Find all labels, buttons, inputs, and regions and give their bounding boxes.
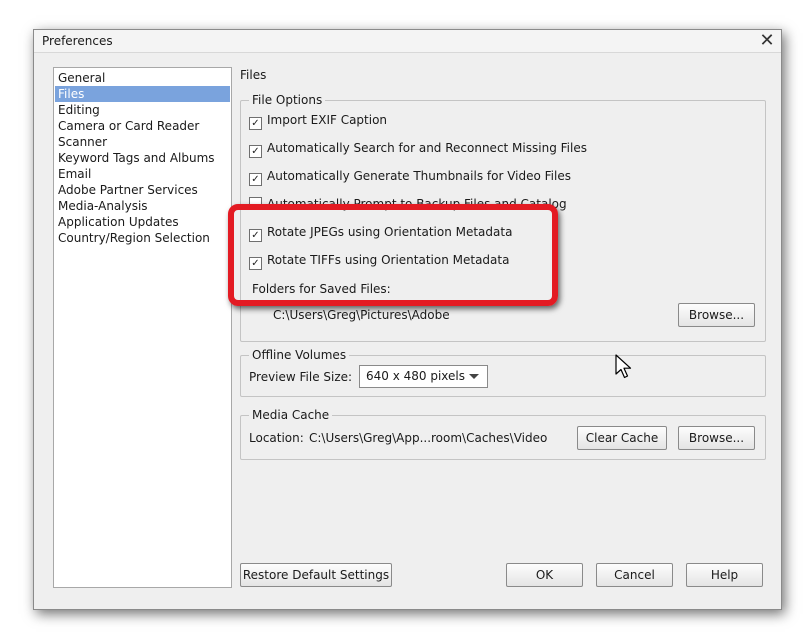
cache-location-label: Location:	[249, 431, 304, 445]
rotate-tiffs-label: Rotate TIFFs using Orientation Metadata	[267, 253, 510, 267]
help-button[interactable]: Help	[686, 563, 763, 587]
sidebar-item-editing[interactable]: Editing	[55, 102, 230, 118]
sidebar-item-country-region[interactable]: Country/Region Selection	[55, 230, 230, 246]
saved-files-legend: Folders for Saved Files:	[252, 282, 391, 296]
sidebar-item-camera-card-reader[interactable]: Camera or Card Reader	[55, 118, 230, 134]
offline-volumes-legend: Offline Volumes	[249, 347, 350, 363]
media-cache-group: Media Cache Location: C:\Users\Greg\App.…	[240, 407, 766, 460]
mouse-pointer-icon	[615, 354, 632, 379]
preview-size-select[interactable]: 640 x 480 pixels	[359, 365, 488, 388]
preview-size-label: Preview File Size:	[249, 370, 353, 384]
sidebar-item-application-updates[interactable]: Application Updates	[55, 214, 230, 230]
rotate-tiffs-checkbox-row[interactable]: ✓ Rotate TIFFs using Orientation Metadata	[249, 253, 510, 270]
import-exif-label: Import EXIF Caption	[267, 113, 388, 127]
sidebar-item-adobe-partner-services[interactable]: Adobe Partner Services	[55, 182, 230, 198]
restore-defaults-button[interactable]: Restore Default Settings	[240, 563, 392, 587]
cache-browse-button[interactable]: Browse...	[678, 426, 755, 450]
sidebar-item-media-analysis[interactable]: Media-Analysis	[55, 198, 230, 214]
checkmark-icon[interactable]: ✓	[249, 117, 262, 130]
generate-thumbnails-checkbox-row[interactable]: ✓ Automatically Generate Thumbnails for V…	[249, 169, 571, 186]
import-exif-checkbox-row[interactable]: ✓ Import EXIF Caption	[249, 113, 388, 130]
prompt-backup-label: Automatically Prompt to Backup Files and…	[267, 197, 567, 211]
saved-files-path: C:\Users\Greg\Pictures\Adobe	[273, 308, 450, 322]
reconnect-missing-label: Automatically Search for and Reconnect M…	[267, 141, 587, 155]
checkmark-icon[interactable]: ✓	[249, 229, 262, 242]
offline-volumes-group: Offline Volumes Preview File Size: 640 x…	[240, 347, 766, 397]
sidebar-item-general[interactable]: General	[55, 70, 230, 86]
generate-thumbnails-label: Automatically Generate Thumbnails for Vi…	[267, 169, 571, 183]
title-bar[interactable]: Preferences ✕	[34, 30, 781, 53]
unchecked-box-icon[interactable]	[249, 197, 262, 210]
panel-title: Files	[240, 68, 267, 82]
checkmark-icon[interactable]: ✓	[249, 145, 262, 158]
sidebar-item-files[interactable]: Files	[55, 86, 230, 102]
prompt-backup-checkbox-row[interactable]: Automatically Prompt to Backup Files and…	[249, 197, 567, 213]
cancel-button[interactable]: Cancel	[596, 563, 673, 587]
checkmark-icon[interactable]: ✓	[249, 257, 262, 270]
sidebar-item-email[interactable]: Email	[55, 166, 230, 182]
category-list: General Files Editing Camera or Card Rea…	[53, 67, 232, 588]
window-title: Preferences	[42, 34, 113, 48]
reconnect-missing-checkbox-row[interactable]: ✓ Automatically Search for and Reconnect …	[249, 141, 587, 158]
preferences-dialog: Preferences ✕ General Files Editing Came…	[33, 29, 782, 610]
saved-files-browse-button[interactable]: Browse...	[678, 303, 755, 327]
checkmark-icon[interactable]: ✓	[249, 173, 262, 186]
ok-button[interactable]: OK	[506, 563, 583, 587]
close-icon[interactable]: ✕	[757, 30, 777, 52]
chevron-down-icon	[469, 374, 479, 379]
rotate-jpegs-checkbox-row[interactable]: ✓ Rotate JPEGs using Orientation Metadata	[249, 225, 513, 242]
clear-cache-button[interactable]: Clear Cache	[577, 426, 667, 450]
file-options-legend: File Options	[249, 92, 326, 108]
preview-size-value: 640 x 480 pixels	[366, 369, 466, 383]
rotate-jpegs-label: Rotate JPEGs using Orientation Metadata	[267, 225, 513, 239]
sidebar-item-scanner[interactable]: Scanner	[55, 134, 230, 150]
media-cache-legend: Media Cache	[249, 407, 333, 423]
file-options-group: File Options ✓ Import EXIF Caption ✓ Autom…	[240, 92, 766, 342]
cache-location-path: C:\Users\Greg\App...room\Caches\Video	[309, 431, 548, 445]
sidebar-item-keyword-tags[interactable]: Keyword Tags and Albums	[55, 150, 230, 166]
